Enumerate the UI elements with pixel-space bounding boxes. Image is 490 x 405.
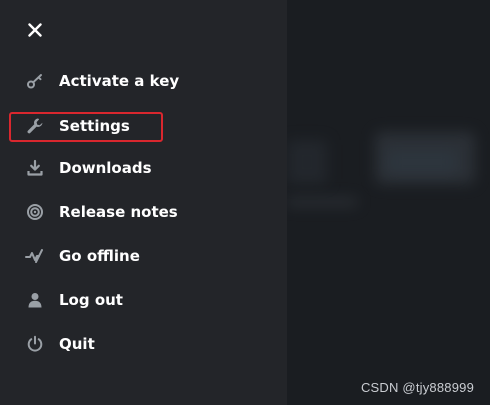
side-menu: Activate a key Settings Downloads Releas… <box>0 0 287 405</box>
menu-item-activate-key[interactable]: Activate a key <box>0 66 287 96</box>
menu-item-label: Log out <box>59 291 123 309</box>
menu-item-label: Downloads <box>59 159 152 177</box>
release-notes-icon <box>25 202 45 222</box>
close-menu-button[interactable] <box>24 19 46 41</box>
menu-item-settings[interactable]: Settings <box>0 111 287 141</box>
menu-item-downloads[interactable]: Downloads <box>0 153 287 183</box>
menu-item-label: Settings <box>59 117 130 135</box>
watermark: CSDN @tjy888999 <box>360 380 474 395</box>
power-icon <box>25 334 45 354</box>
blurred-background-content <box>287 0 490 405</box>
menu-item-label: Go offline <box>59 247 140 265</box>
menu-item-go-offline[interactable]: Go offline <box>0 241 287 271</box>
menu-item-label: Release notes <box>59 203 178 221</box>
menu-item-quit[interactable]: Quit <box>0 329 287 359</box>
wrench-icon <box>25 116 45 136</box>
download-icon <box>25 158 45 178</box>
close-icon <box>28 23 42 37</box>
menu-item-label: Quit <box>59 335 95 353</box>
key-icon <box>25 71 45 91</box>
offline-icon <box>25 246 45 266</box>
app-screen: Activate a key Settings Downloads Releas… <box>0 0 490 405</box>
menu-item-release-notes[interactable]: Release notes <box>0 197 287 227</box>
menu-item-label: Activate a key <box>59 72 180 90</box>
menu-item-log-out[interactable]: Log out <box>0 285 287 315</box>
user-icon <box>25 290 45 310</box>
